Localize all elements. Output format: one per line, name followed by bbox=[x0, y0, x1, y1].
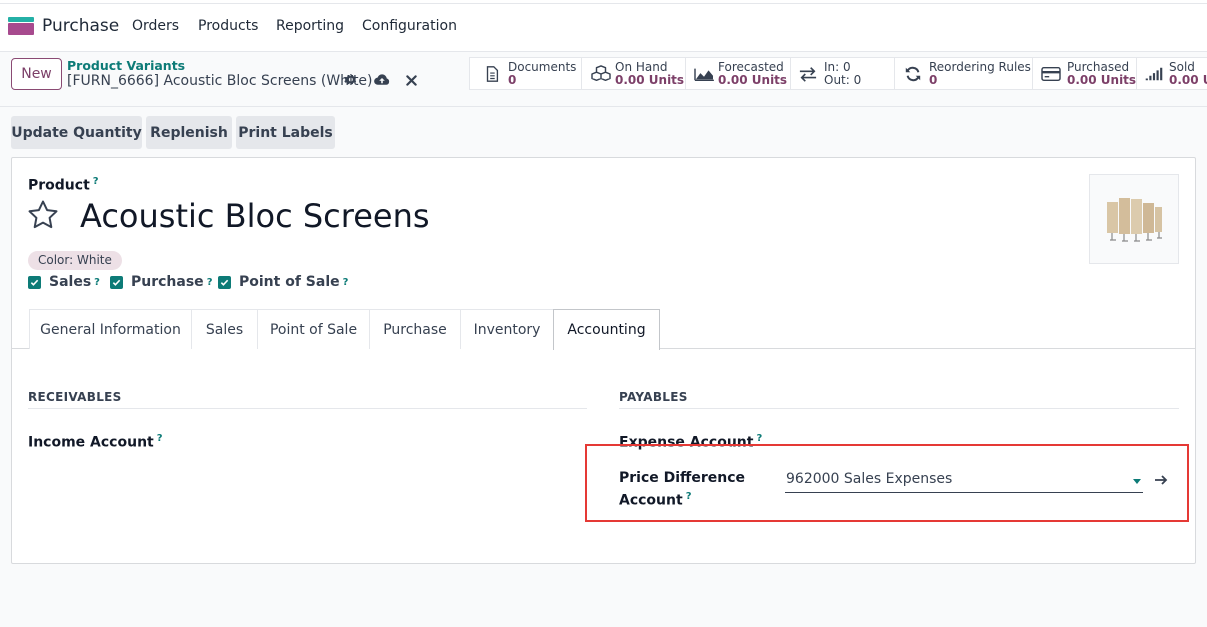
breadcrumb-product-variants[interactable]: Product Variants bbox=[67, 58, 185, 73]
smart-button-documents[interactable]: Documents 0 bbox=[470, 58, 582, 89]
replenish-button[interactable]: Replenish bbox=[146, 116, 232, 149]
nav-item-products[interactable]: Products bbox=[198, 18, 258, 34]
favorite-star-icon[interactable] bbox=[26, 198, 60, 232]
purchase-app-icon[interactable] bbox=[8, 17, 34, 35]
smart-button-value: 0.00 Units bbox=[1169, 73, 1207, 87]
income-account-label: Income Account? bbox=[28, 433, 163, 451]
smart-button-value: 0.00 Units bbox=[615, 73, 685, 87]
checkbox-checked-icon[interactable] bbox=[110, 275, 123, 289]
app-name[interactable]: Purchase bbox=[42, 16, 119, 36]
price-difference-account-label: Price Difference bbox=[619, 470, 746, 486]
help-tooltip-icon[interactable]: ? bbox=[157, 433, 163, 444]
help-tooltip-icon[interactable]: ? bbox=[686, 491, 692, 502]
price-difference-account-label-line2: Account? bbox=[619, 491, 692, 509]
checkbox-checked-icon[interactable] bbox=[218, 275, 231, 289]
smart-button-in-out[interactable]: In: 0 Out: 0 bbox=[791, 58, 895, 89]
sales-checkbox-label: Sales bbox=[49, 274, 92, 290]
tab-inventory[interactable]: Inventory bbox=[460, 309, 554, 349]
smart-button-reordering-rules[interactable]: Reordering Rules 0 bbox=[895, 58, 1033, 89]
signal-icon bbox=[1145, 67, 1163, 81]
smart-button-value: 0.00 Units bbox=[1067, 73, 1137, 87]
breadcrumb-current-record: [FURN_6666] Acoustic Bloc Screens (White… bbox=[67, 73, 373, 89]
point-of-sale-checkbox-label: Point of Sale bbox=[239, 274, 340, 290]
acoustic-screen-image bbox=[1107, 198, 1162, 242]
smart-button-value: 0 bbox=[929, 73, 938, 87]
receivables-section-title: RECEIVABLES bbox=[28, 390, 122, 404]
tab-general-information[interactable]: General Information bbox=[29, 309, 192, 349]
checkbox-checked-icon[interactable] bbox=[28, 275, 41, 289]
expense-account-label: Expense Account? bbox=[619, 433, 763, 451]
help-tooltip-icon[interactable]: ? bbox=[343, 277, 349, 288]
document-icon bbox=[486, 66, 499, 82]
product-field-label: Product? bbox=[28, 176, 99, 194]
new-button[interactable]: New bbox=[11, 58, 62, 90]
smart-button-label: Documents bbox=[508, 60, 577, 74]
cubes-icon bbox=[591, 65, 611, 82]
top-navbar: Purchase Orders Products Reporting Confi… bbox=[0, 0, 1207, 52]
purchase-checkbox-label: Purchase bbox=[131, 274, 204, 290]
credit-card-icon bbox=[1041, 66, 1061, 82]
smart-button-sold[interactable]: Sold 0.00 Units bbox=[1137, 58, 1207, 89]
payables-divider bbox=[619, 408, 1179, 409]
area-chart-icon bbox=[694, 68, 714, 82]
nav-item-configuration[interactable]: Configuration bbox=[362, 18, 457, 34]
nav-item-reporting[interactable]: Reporting bbox=[276, 18, 344, 34]
tab-accounting[interactable]: Accounting bbox=[553, 309, 660, 350]
price-difference-account-input[interactable]: 962000 Sales Expenses bbox=[785, 469, 1143, 493]
cloud-upload-icon[interactable] bbox=[374, 72, 390, 88]
product-image[interactable] bbox=[1089, 174, 1179, 264]
variant-tag: Color: White bbox=[28, 251, 122, 270]
help-tooltip-icon[interactable]: ? bbox=[756, 433, 762, 444]
product-name[interactable]: Acoustic Bloc Screens bbox=[80, 197, 430, 235]
smart-button-value: 0 bbox=[508, 73, 517, 87]
nav-item-orders[interactable]: Orders bbox=[132, 18, 179, 34]
tab-purchase[interactable]: Purchase bbox=[369, 309, 461, 349]
internal-link-arrow-icon[interactable] bbox=[1153, 472, 1169, 488]
form-sheet: Product? Acoustic Bloc Screens Color: Wh… bbox=[11, 157, 1196, 564]
gear-icon[interactable] bbox=[342, 72, 358, 88]
help-tooltip-icon[interactable]: ? bbox=[93, 176, 99, 187]
discard-x-icon[interactable] bbox=[403, 72, 419, 88]
print-labels-button[interactable]: Print Labels bbox=[236, 116, 335, 149]
receivables-divider bbox=[28, 408, 587, 409]
smart-button-on-hand[interactable]: On Hand 0.00 Units bbox=[582, 58, 686, 89]
refresh-icon bbox=[905, 66, 921, 82]
purchase-checkbox[interactable]: Purchase? bbox=[110, 273, 213, 291]
smart-button-label: Reordering Rules bbox=[929, 60, 1031, 74]
price-difference-account-value[interactable]: 962000 Sales Expenses bbox=[786, 471, 952, 487]
form-notebook-tabs: General Information Sales Point of Sale … bbox=[12, 309, 1195, 350]
payables-section-title: PAYABLES bbox=[619, 390, 688, 404]
update-quantity-button[interactable]: Update Quantity bbox=[11, 116, 142, 149]
tab-sales[interactable]: Sales bbox=[191, 309, 258, 349]
help-tooltip-icon[interactable]: ? bbox=[207, 277, 213, 288]
dropdown-caret-icon[interactable] bbox=[1133, 479, 1141, 484]
smart-button-value: 0.00 Units bbox=[718, 73, 788, 87]
point-of-sale-checkbox[interactable]: Point of Sale? bbox=[218, 273, 348, 291]
smart-button-out-count: Out: 0 bbox=[824, 73, 862, 87]
smart-button-forecasted[interactable]: Forecasted 0.00 Units bbox=[686, 58, 791, 89]
sales-checkbox[interactable]: Sales? bbox=[28, 273, 100, 291]
exchange-icon bbox=[799, 67, 817, 82]
smart-button-purchased[interactable]: Purchased 0.00 Units bbox=[1033, 58, 1137, 89]
tab-point-of-sale[interactable]: Point of Sale bbox=[257, 309, 370, 349]
smart-buttons-bar: Documents 0 On Hand 0.00 Units Forecaste… bbox=[469, 57, 1207, 90]
header-divider bbox=[0, 106, 1207, 107]
help-tooltip-icon[interactable]: ? bbox=[94, 277, 100, 288]
